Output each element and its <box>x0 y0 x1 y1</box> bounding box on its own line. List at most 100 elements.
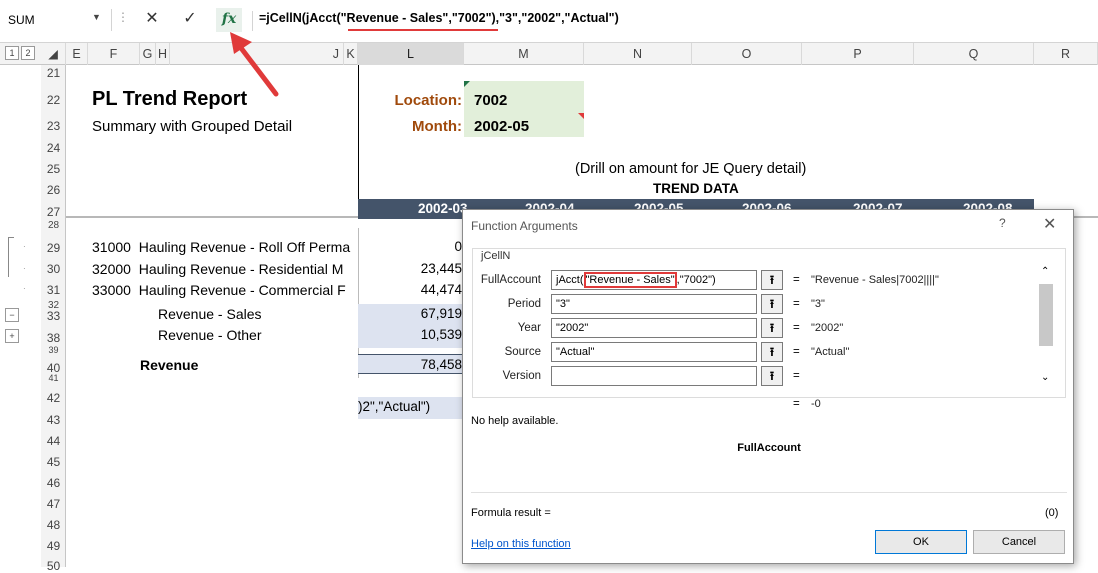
collapse-dialog-icon[interactable]: ⭱ <box>761 342 783 362</box>
column-header-l[interactable]: L <box>358 43 464 65</box>
row-number[interactable]: 49 <box>41 539 66 553</box>
arg-label: Period <box>507 298 541 310</box>
row-number[interactable]: 38 <box>41 331 66 345</box>
column-header-r[interactable]: R <box>1034 43 1098 65</box>
column-header-p[interactable]: P <box>802 43 914 65</box>
row-number[interactable]: 22 <box>41 93 66 107</box>
formula-input[interactable]: =jCellN(jAcct("Revenue - Sales","7002"),… <box>252 11 1098 31</box>
row-number[interactable]: 29 <box>41 241 66 255</box>
active-cell-overflow[interactable]: )2","Actual") <box>358 397 464 419</box>
trend-month-label: 2002-03 <box>418 201 468 216</box>
account-row: 33000 Hauling Revenue - Commercial F <box>92 282 358 298</box>
cancel-button[interactable]: Cancel <box>973 530 1065 554</box>
column-header-n[interactable]: N <box>584 43 692 65</box>
account-code: 31000 <box>92 239 131 255</box>
row-number[interactable]: 42 <box>41 391 66 405</box>
outline-level-2-button[interactable]: 2 <box>21 46 35 60</box>
divider <box>471 492 1067 493</box>
arg-input-year[interactable]: "2002" <box>551 318 757 338</box>
arg-label: FullAccount <box>480 274 541 286</box>
amount-cell[interactable]: 10,539 <box>358 327 462 342</box>
row-number[interactable]: 24 <box>41 141 66 155</box>
arg-input-period[interactable]: "3" <box>551 294 757 314</box>
row-number[interactable]: 25 <box>41 162 66 176</box>
row-number[interactable]: 41 <box>41 373 66 383</box>
expand-group-button[interactable]: + <box>5 329 19 343</box>
column-header-q[interactable]: Q <box>914 43 1034 65</box>
annotation-underline <box>348 29 498 31</box>
column-header-g[interactable]: G <box>140 43 156 65</box>
arg-result: "3" <box>811 298 825 310</box>
column-header-o[interactable]: O <box>692 43 802 65</box>
row-number[interactable]: 28 <box>41 220 66 231</box>
amount-cell[interactable]: 67,919 <box>358 306 462 321</box>
chevron-down-icon[interactable]: ▼ <box>92 12 104 26</box>
row-number[interactable]: 27 <box>41 205 66 219</box>
arg-label: Version <box>502 370 541 382</box>
cancel-formula-button[interactable]: ✕ <box>139 8 165 30</box>
column-header-e[interactable]: E <box>66 43 88 65</box>
collapse-dialog-icon[interactable]: ⭱ <box>761 294 783 314</box>
chevron-up-icon[interactable]: ⌃ <box>1041 266 1049 277</box>
account-code: 33000 <box>92 282 131 298</box>
arg-input-source[interactable]: "Actual" <box>551 342 757 362</box>
scrollbar-thumb[interactable] <box>1039 284 1053 346</box>
arg-result: "2002" <box>811 322 844 334</box>
account-name: Hauling Revenue - Roll Off Perma <box>138 239 351 255</box>
arg-result: "Actual" <box>811 346 850 358</box>
month-value[interactable]: 2002-05 <box>474 118 529 135</box>
enter-formula-button[interactable]: ✓ <box>177 8 203 30</box>
cell-indicator <box>464 81 470 87</box>
dialog-title: Function Arguments <box>471 219 578 233</box>
amount-cell[interactable]: 23,445 <box>358 261 462 276</box>
chevron-down-icon[interactable]: ⌄ <box>1041 372 1049 383</box>
collapse-dialog-icon[interactable]: ⭱ <box>761 270 783 290</box>
row-number[interactable]: 48 <box>41 518 66 532</box>
close-icon[interactable]: ✕ <box>1043 214 1056 234</box>
account-code: 32000 <box>92 261 131 277</box>
column-header-h[interactable]: H <box>156 43 170 65</box>
help-on-function-link[interactable]: Help on this function <box>471 538 571 550</box>
location-value[interactable]: 7002 <box>474 92 507 109</box>
equals-sign: = <box>793 346 800 358</box>
total-name: Revenue <box>140 357 199 373</box>
account-row: 31000 Hauling Revenue - Roll Off Perma <box>92 239 358 255</box>
collapse-dialog-icon[interactable]: ⭱ <box>761 366 783 386</box>
arg-input-fullaccount[interactable]: jAcct("Revenue - Sales" ,"7002") <box>551 270 757 290</box>
collapse-dialog-icon[interactable]: ⭱ <box>761 318 783 338</box>
row-number[interactable]: 31 <box>41 283 66 297</box>
column-header-k[interactable]: K <box>344 43 358 65</box>
arg-input-version[interactable] <box>551 366 757 386</box>
formula-result-label: Formula result = <box>471 507 551 519</box>
row-number[interactable]: 26 <box>41 183 66 197</box>
amount-cell[interactable]: 78,458 <box>358 357 462 372</box>
report-subtitle: Summary with Grouped Detail <box>92 118 293 135</box>
outline-level-1-button[interactable]: 1 <box>5 46 19 60</box>
row-number[interactable]: 30 <box>41 262 66 276</box>
collapse-group-button[interactable]: − <box>5 308 19 322</box>
column-header-m[interactable]: M <box>464 43 584 65</box>
row-number[interactable]: 21 <box>41 66 66 80</box>
group-dot: · <box>23 264 26 273</box>
arg-result: "Revenue - Sales|7002||||" <box>811 274 939 286</box>
row-number[interactable]: 45 <box>41 455 66 469</box>
row-number[interactable]: 47 <box>41 497 66 511</box>
formula-result-value: (0) <box>1045 507 1059 519</box>
arg-label: Year <box>517 322 541 334</box>
row-number[interactable]: 43 <box>41 413 66 427</box>
column-header-f[interactable]: F <box>88 43 140 65</box>
row-number[interactable]: 33 <box>41 309 66 323</box>
ok-button[interactable]: OK <box>875 530 967 554</box>
row-number[interactable]: 44 <box>41 434 66 448</box>
select-all-corner[interactable]: ◢ <box>41 43 66 65</box>
help-button[interactable]: ? <box>999 216 1006 230</box>
trend-heading: TREND DATA <box>653 181 739 196</box>
arg-text: jAcct( <box>556 274 584 286</box>
row-number[interactable]: 23 <box>41 119 66 133</box>
row-number[interactable]: 50 <box>41 559 66 573</box>
amount-cell[interactable]: 44,474 <box>358 282 462 297</box>
row-number[interactable]: 39 <box>41 345 66 355</box>
account-name: Hauling Revenue - Commercial F <box>138 282 346 298</box>
row-number[interactable]: 46 <box>41 476 66 490</box>
amount-cell[interactable]: 0 <box>358 239 462 254</box>
